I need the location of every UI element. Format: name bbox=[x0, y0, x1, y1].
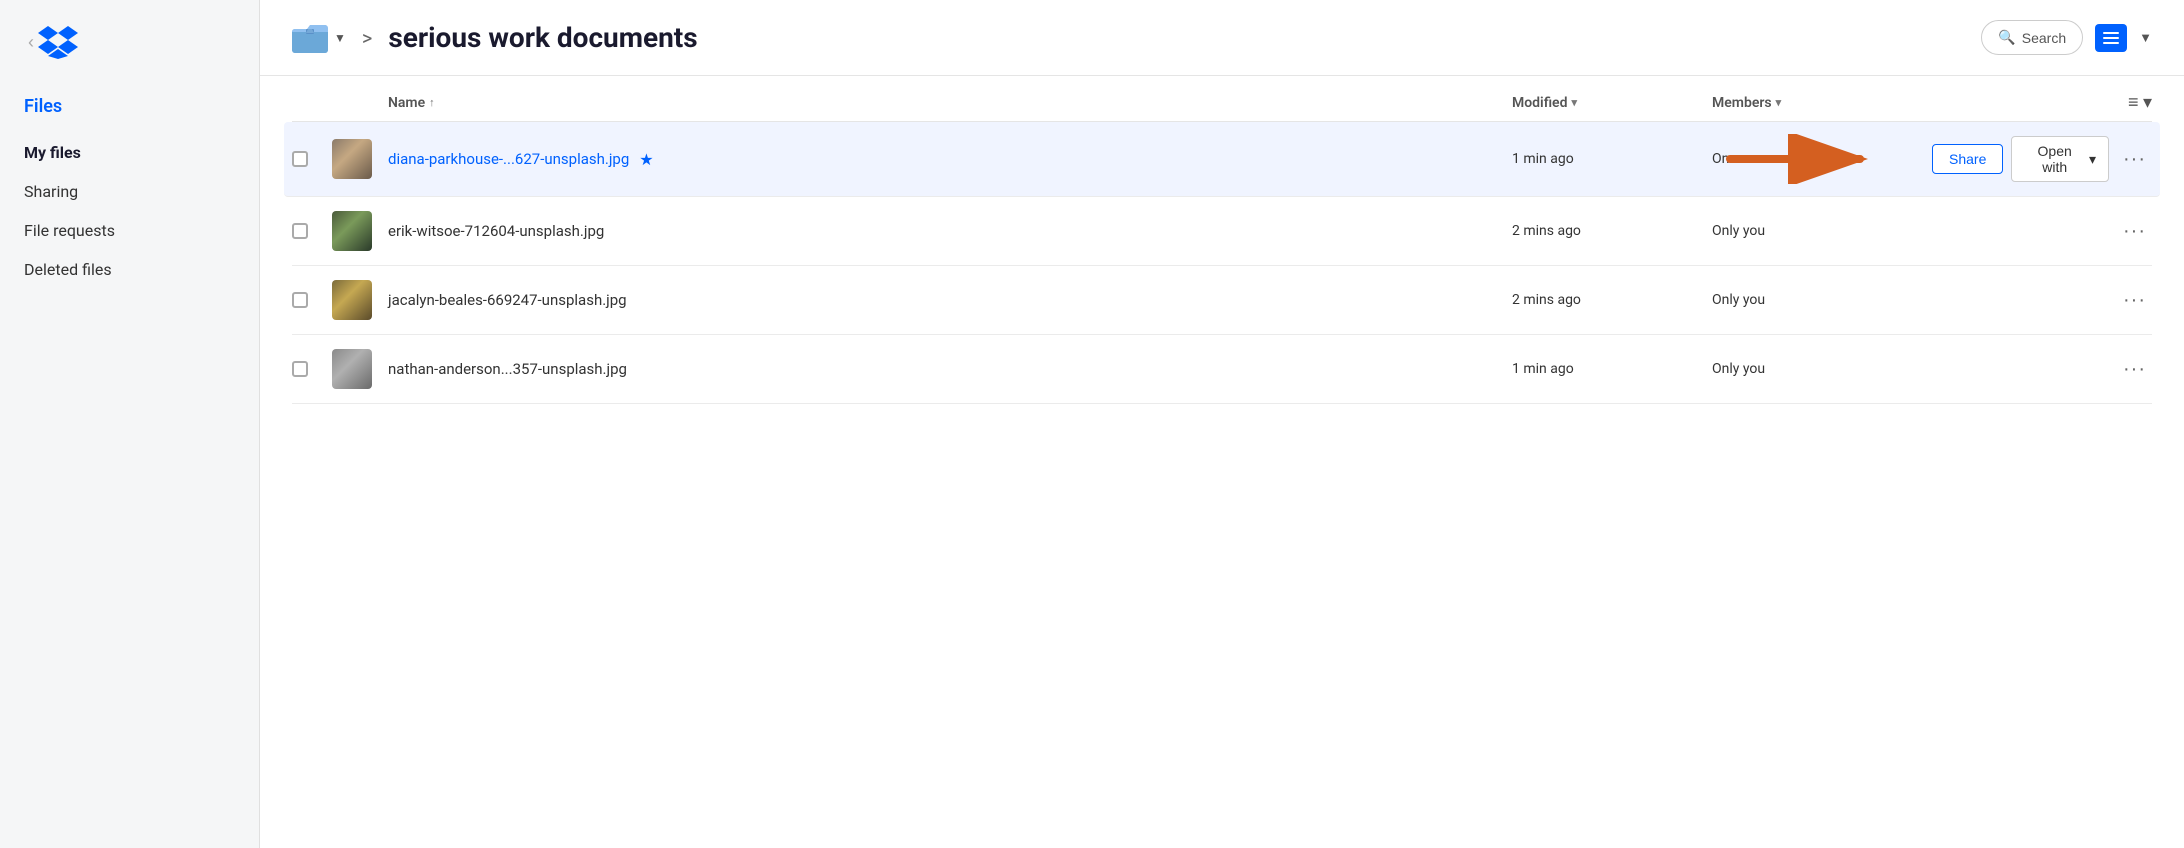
page-header: ▼ > serious work documents 🔍 Search ▼ bbox=[260, 0, 2184, 76]
file-thumbnail bbox=[332, 139, 372, 179]
members-on-text: On bbox=[1712, 151, 1729, 167]
checkbox-input[interactable] bbox=[292, 223, 308, 239]
more-options-button[interactable]: ··· bbox=[2117, 354, 2152, 385]
name-column-header[interactable]: Name ↑ bbox=[388, 95, 1512, 111]
sidebar-item-file-requests[interactable]: File requests bbox=[0, 211, 259, 250]
more-options-button[interactable]: ··· bbox=[2117, 144, 2152, 175]
row-4-name: nathan-anderson...357-unsplash.jpg bbox=[388, 360, 1512, 378]
row-3-thumbnail bbox=[332, 280, 388, 320]
sidebar-item-deleted-files[interactable]: Deleted files bbox=[0, 250, 259, 289]
file-name-text: erik-witsoe-712604-unsplash.jpg bbox=[388, 222, 604, 240]
row-2-modified: 2 mins ago bbox=[1512, 223, 1712, 239]
row-4-actions: ··· bbox=[1932, 354, 2152, 385]
row-1-thumbnail bbox=[332, 139, 388, 179]
name-sort-icon: ↑ bbox=[429, 96, 435, 109]
row-1-name: diana-parkhouse-...627-unsplash.jpg ★ bbox=[388, 150, 1512, 169]
row-4-thumbnail bbox=[332, 349, 388, 389]
checkbox-input[interactable] bbox=[292, 151, 308, 167]
header-actions-col: ≡ ▾ bbox=[1932, 92, 2152, 113]
row-4-members: Only you bbox=[1712, 361, 1932, 377]
dropbox-logo-icon bbox=[38, 24, 78, 60]
more-options-button[interactable]: ··· bbox=[2117, 216, 2152, 247]
checkbox-input[interactable] bbox=[292, 292, 308, 308]
view-options-chevron[interactable]: ▼ bbox=[2139, 30, 2152, 46]
file-name-text: jacalyn-beales-669247-unsplash.jpg bbox=[388, 291, 627, 309]
row-3-name: jacalyn-beales-669247-unsplash.jpg bbox=[388, 291, 1512, 309]
row-3-checkbox[interactable] bbox=[292, 292, 332, 308]
members-column-header[interactable]: Members ▾ bbox=[1712, 95, 1932, 111]
row-1-checkbox[interactable] bbox=[292, 151, 332, 167]
star-icon[interactable]: ★ bbox=[639, 150, 653, 169]
open-with-button[interactable]: Open with ▾ bbox=[2011, 136, 2109, 182]
table-header: Name ↑ Modified ▾ Members ▾ ≡ ▾ bbox=[292, 76, 2152, 122]
table-row[interactable]: jacalyn-beales-669247-unsplash.jpg 2 min… bbox=[292, 266, 2152, 335]
header-name-col: Name ↑ bbox=[388, 95, 1512, 111]
modified-column-header[interactable]: Modified ▾ bbox=[1512, 95, 1712, 111]
files-section-label: Files bbox=[0, 84, 259, 133]
search-icon: 🔍 bbox=[1998, 29, 2015, 46]
sidebar: ‹ Files My files Sharing File requests D… bbox=[0, 0, 260, 848]
row-2-actions: ··· bbox=[1932, 216, 2152, 247]
row-2-name: erik-witsoe-712604-unsplash.jpg bbox=[388, 222, 1512, 240]
header-actions: 🔍 Search ▼ bbox=[1981, 20, 2152, 55]
modified-sort-icon: ▾ bbox=[1571, 96, 1577, 109]
header-modified-col: Modified ▾ bbox=[1512, 95, 1712, 111]
row-2-thumbnail bbox=[332, 211, 388, 251]
row-4-modified: 1 min ago bbox=[1512, 361, 1712, 377]
row-2-members: Only you bbox=[1712, 223, 1932, 239]
row-1-actions: Share Open with ▾ ··· bbox=[1932, 136, 2152, 182]
folder-dropdown-icon: ▼ bbox=[334, 31, 346, 45]
row-2-checkbox[interactable] bbox=[292, 223, 332, 239]
page-title: serious work documents bbox=[388, 21, 1969, 54]
collapse-sidebar-button[interactable]: ‹ bbox=[24, 28, 38, 57]
folder-icon bbox=[292, 23, 328, 53]
breadcrumb-separator: > bbox=[362, 26, 372, 50]
file-thumbnail bbox=[332, 280, 372, 320]
header-members-col: Members ▾ bbox=[1712, 95, 1932, 111]
list-view-icon bbox=[2097, 26, 2125, 50]
more-options-button[interactable]: ··· bbox=[2117, 285, 2152, 316]
row-4-checkbox[interactable] bbox=[292, 361, 332, 377]
file-thumbnail bbox=[332, 211, 372, 251]
row-1-modified: 1 min ago bbox=[1512, 151, 1712, 167]
sidebar-item-my-files[interactable]: My files bbox=[0, 133, 259, 172]
table-row[interactable]: nathan-anderson...357-unsplash.jpg 1 min… bbox=[292, 335, 2152, 404]
sidebar-item-sharing[interactable]: Sharing bbox=[0, 172, 259, 211]
row-1-members: On bbox=[1712, 151, 1932, 167]
folder-breadcrumb-button[interactable]: ▼ bbox=[292, 23, 346, 53]
search-label: Search bbox=[2022, 30, 2066, 46]
row-3-members: Only you bbox=[1712, 292, 1932, 308]
table-row[interactable]: diana-parkhouse-...627-unsplash.jpg ★ 1 … bbox=[284, 122, 2160, 197]
table-row[interactable]: erik-witsoe-712604-unsplash.jpg 2 mins a… bbox=[292, 197, 2152, 266]
checkbox-input[interactable] bbox=[292, 361, 308, 377]
sidebar-navigation: My files Sharing File requests Deleted f… bbox=[0, 133, 259, 289]
sidebar-logo-area: ‹ bbox=[0, 24, 259, 84]
main-content: ▼ > serious work documents 🔍 Search ▼ bbox=[260, 0, 2184, 848]
table-view-options-icon[interactable]: ≡ ▾ bbox=[2128, 92, 2152, 113]
members-sort-icon: ▾ bbox=[1776, 96, 1782, 109]
row-3-actions: ··· bbox=[1932, 285, 2152, 316]
file-name-text: nathan-anderson...357-unsplash.jpg bbox=[388, 360, 627, 378]
view-toggle-button[interactable] bbox=[2095, 24, 2127, 52]
share-button[interactable]: Share bbox=[1932, 144, 2003, 174]
file-name-link[interactable]: diana-parkhouse-...627-unsplash.jpg bbox=[388, 150, 629, 168]
search-button[interactable]: 🔍 Search bbox=[1981, 20, 2083, 55]
file-thumbnail bbox=[332, 349, 372, 389]
file-list-area: Name ↑ Modified ▾ Members ▾ ≡ ▾ bbox=[260, 76, 2184, 848]
open-with-chevron-icon: ▾ bbox=[2089, 151, 2096, 168]
row-3-modified: 2 mins ago bbox=[1512, 292, 1712, 308]
